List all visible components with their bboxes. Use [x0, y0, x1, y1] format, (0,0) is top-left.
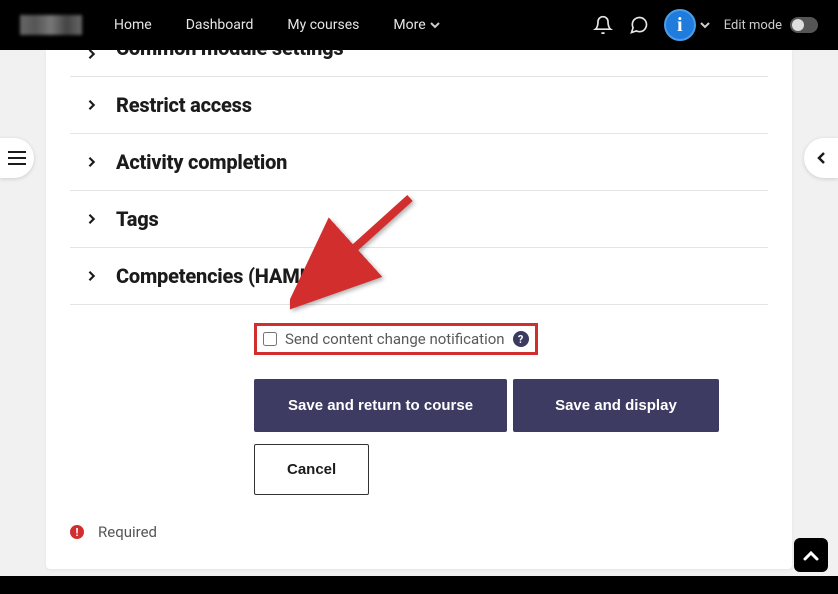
info-icon: i: [664, 9, 696, 41]
help-icon[interactable]: ?: [513, 331, 529, 347]
list-icon: [8, 151, 26, 165]
drawer-toggle-right[interactable]: [804, 138, 838, 178]
chevron-down-icon: [700, 22, 710, 29]
save-display-button[interactable]: Save and display: [513, 379, 719, 432]
section-tags[interactable]: Tags: [70, 191, 768, 248]
section-common-module-settings[interactable]: Common module settings: [70, 50, 768, 77]
required-icon: !: [70, 525, 84, 539]
toggle-switch: [790, 17, 818, 33]
section-title: Tags: [116, 207, 159, 231]
chevron-right-icon: [86, 50, 98, 60]
scroll-top-button[interactable]: [794, 538, 828, 572]
chevron-right-icon: [86, 213, 98, 225]
section-title: Common module settings: [116, 50, 343, 60]
edit-mode-label: Edit mode: [724, 18, 782, 33]
required-text: Required: [98, 523, 157, 541]
user-menu[interactable]: i: [664, 9, 710, 41]
section-title: Competencies (HAMI): [116, 264, 312, 288]
required-legend: ! Required: [70, 523, 768, 541]
navbar: Home Dashboard My courses More i Edit mo…: [0, 0, 838, 50]
navbar-right: i Edit mode: [592, 9, 818, 41]
chat-icon[interactable]: [628, 14, 650, 36]
nav-more-label: More: [393, 17, 425, 33]
cancel-button[interactable]: Cancel: [254, 444, 369, 495]
chevron-down-icon: [430, 22, 440, 29]
settings-card: Common module settings Restrict access A…: [46, 50, 792, 569]
section-activity-completion[interactable]: Activity completion: [70, 134, 768, 191]
form-footer: Send content change notification ? Save …: [70, 305, 768, 495]
notify-checkbox[interactable]: [263, 332, 277, 346]
notify-highlight-box: Send content change notification ?: [254, 323, 538, 355]
chevron-right-icon: [86, 99, 98, 111]
bell-icon[interactable]: [592, 14, 614, 36]
action-buttons: Save and return to course Save and displ…: [254, 379, 768, 495]
chevron-right-icon: [86, 270, 98, 282]
chevron-up-icon: [803, 550, 819, 561]
nav-home[interactable]: Home: [102, 3, 164, 47]
section-title: Activity completion: [116, 150, 287, 174]
section-title: Restrict access: [116, 93, 252, 117]
nav-dashboard[interactable]: Dashboard: [174, 3, 266, 47]
chevron-right-icon: [86, 156, 98, 168]
section-competencies[interactable]: Competencies (HAMI): [70, 248, 768, 305]
notify-label: Send content change notification: [285, 330, 505, 348]
nav-my-courses[interactable]: My courses: [275, 3, 371, 47]
nav-more[interactable]: More: [381, 3, 451, 47]
chevron-left-icon: [816, 151, 826, 165]
site-logo[interactable]: [20, 15, 82, 35]
navbar-left: Home Dashboard My courses More: [20, 3, 452, 47]
edit-mode-toggle[interactable]: Edit mode: [724, 17, 818, 33]
section-restrict-access[interactable]: Restrict access: [70, 77, 768, 134]
save-return-button[interactable]: Save and return to course: [254, 379, 507, 432]
drawer-toggle-left[interactable]: [0, 138, 34, 178]
footer-bar: [0, 576, 838, 594]
